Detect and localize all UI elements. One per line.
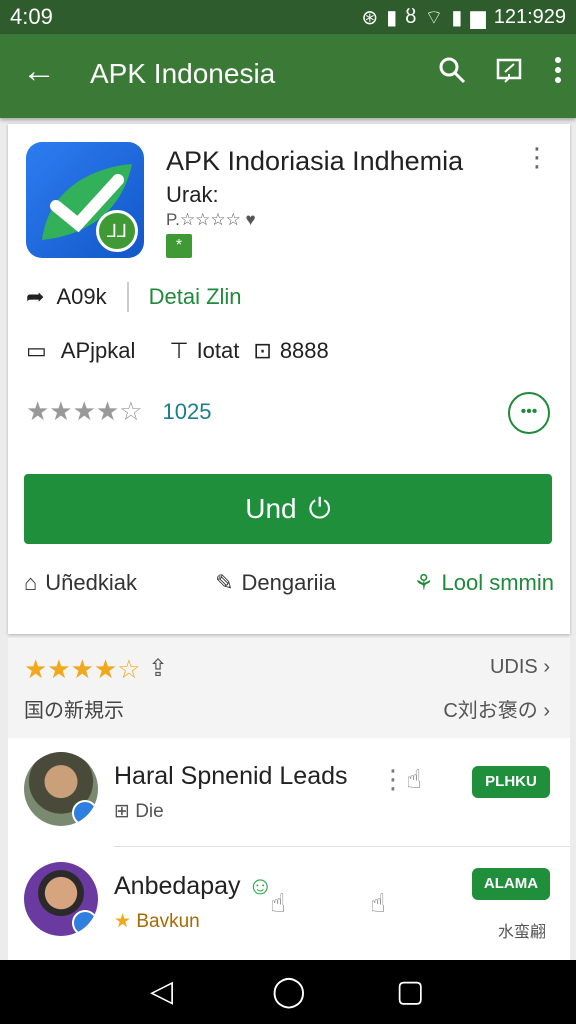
size-icon: ⊡	[253, 338, 272, 363]
action-row: ⌂ Uñedkiak ✎ Dengariia ⚘ Lool smmin	[24, 570, 554, 596]
action-home[interactable]: ⌂ Uñedkiak	[24, 570, 137, 596]
app-icon: ⅃⅃	[26, 142, 144, 258]
reviews-more-link-2[interactable]: C刘お褒の ›	[443, 694, 550, 723]
reviews-subtitle: 国の新規示	[24, 700, 124, 722]
status-battery-text: 121:929	[493, 6, 566, 28]
wifi-icon: ⌔	[424, 7, 444, 29]
install-button[interactable]: Und ⏻	[24, 474, 552, 544]
notification-icon: ⊛	[361, 7, 379, 29]
nav-bar: ◁ ◯ ▢	[0, 960, 576, 1024]
item-name: Anbedapay ☺	[114, 872, 273, 901]
app-subtitle: Urak:	[166, 182, 219, 207]
list-item[interactable]: Anbedapay ☺ ★ Bavkun ☝ ☝ ALAMA 水蛮翩	[8, 848, 570, 958]
app-title: APK Indoriasia Indhemia	[166, 146, 464, 176]
upload-icon[interactable]: ⇪	[148, 654, 168, 683]
avatar	[24, 862, 98, 936]
signal-icon: ▮	[386, 7, 398, 29]
share-nodes-icon: ⚘	[413, 570, 434, 595]
tap-icon[interactable]: ☝	[370, 888, 386, 919]
app-meta: P.☆☆☆☆ ♥	[166, 210, 256, 229]
info-row-1: ➦ A09k Detai Zlin	[26, 282, 242, 312]
tap-icon[interactable]: ⋮☝	[380, 764, 422, 795]
battery-icon: ▆	[470, 7, 486, 29]
info-divider	[126, 282, 129, 312]
back-arrow-icon[interactable]: ←	[22, 54, 56, 88]
card-more-icon[interactable]: ⋮	[524, 144, 550, 170]
verified-icon	[72, 800, 98, 826]
cart-icon: ⊞	[114, 801, 130, 822]
item-name: Haral Spnenid Leads	[114, 762, 348, 790]
editor-badge: *	[166, 234, 192, 258]
status-icons: ⊛ ▮ ȣ ⌔ ▮ ▆ 121:929	[361, 5, 566, 30]
reviews-more2-label: C刘お褒の	[443, 700, 538, 722]
more-options-circle-icon[interactable]: •••	[508, 392, 550, 434]
app-bar: ← APK Indonesia	[0, 34, 576, 118]
status-bar: 4:09 ⊛ ▮ ȣ ⌔ ▮ ▆ 121:929	[0, 0, 576, 34]
pen-icon: ✎	[215, 570, 234, 595]
app-icon-badge: ⅃⅃	[96, 210, 138, 252]
total-icon: ⊤	[169, 338, 189, 363]
total-label: Iotat	[196, 338, 240, 363]
rating-stars: ★★★★☆	[26, 396, 143, 426]
app-details-card: ⅃⅃ APK Indoriasia Indhemia Urak: P.☆☆☆☆ …	[8, 124, 570, 634]
info-left-label: A09k	[56, 284, 107, 309]
size-value: 8888	[279, 338, 329, 363]
reviews-more-link[interactable]: UDIS ›	[490, 656, 550, 679]
recents-nav-icon[interactable]: ▢	[396, 974, 424, 1009]
action-edit[interactable]: ✎ Dengariia	[215, 570, 336, 596]
list-item[interactable]: Haral Spnenid Leads ⊞ Die ⋮☝ PLHKU	[8, 738, 570, 848]
item-pill[interactable]: PLHKU	[472, 766, 550, 798]
reviews-more-label: UDIS	[489, 656, 538, 678]
search-icon[interactable]	[438, 56, 466, 89]
info-row-2: ▭ APjpkal ⊤ Iotat ⊡ 8888	[26, 338, 329, 364]
bluetooth-icon: ȣ	[405, 6, 417, 28]
tap-icon[interactable]: ☝	[270, 888, 286, 919]
item-sub: ★ Bavkun	[114, 910, 200, 933]
signal-icon-2: ▮	[451, 7, 463, 29]
item-side-text: 水蛮翩	[497, 924, 546, 941]
share-icon[interactable]	[496, 56, 524, 89]
action-share-label: Lool smmin	[441, 570, 554, 595]
item-sub: ⊞ Die	[114, 800, 164, 823]
reviews-section: ★★★★☆ ⇪ UDIS › 国の新規示 C刘お褒の ›	[8, 638, 570, 738]
home-icon: ⌂	[24, 570, 38, 595]
action-share[interactable]: ⚘ Lool smmin	[414, 570, 554, 596]
home-nav-icon[interactable]: ◯	[272, 974, 306, 1009]
category-icon: ▭	[26, 338, 47, 363]
item-sub-text: Die	[135, 801, 164, 822]
app-bar-title: APK Indonesia	[90, 58, 276, 89]
back-nav-icon[interactable]: ◁	[150, 974, 173, 1009]
status-time: 4:09	[10, 4, 53, 29]
item-name-text: Anbedapay	[114, 872, 241, 900]
type-label: APjpkal	[60, 338, 136, 363]
verified-icon	[72, 910, 98, 936]
more-vert-icon[interactable]	[554, 56, 562, 89]
install-label: Und	[245, 493, 297, 524]
power-icon: ⏻	[308, 492, 331, 524]
rating-row: ★★★★☆ 1025	[26, 396, 212, 427]
item-sub-text: Bavkun	[136, 911, 200, 932]
avatar	[24, 752, 98, 826]
action-home-label: Uñedkiak	[45, 570, 138, 595]
rating-count: 1025	[162, 398, 212, 424]
review-list: Haral Spnenid Leads ⊞ Die ⋮☝ PLHKU Anbed…	[8, 738, 570, 960]
divider	[114, 846, 570, 847]
details-link[interactable]: Detai Zlin	[149, 284, 242, 310]
star-icon: ★	[114, 911, 132, 932]
item-pill[interactable]: ALAMA	[472, 868, 550, 900]
share-arrow-icon: ➦	[26, 284, 45, 309]
review-stars: ★★★★☆	[24, 654, 141, 684]
action-edit-label: Dengariia	[241, 570, 336, 595]
